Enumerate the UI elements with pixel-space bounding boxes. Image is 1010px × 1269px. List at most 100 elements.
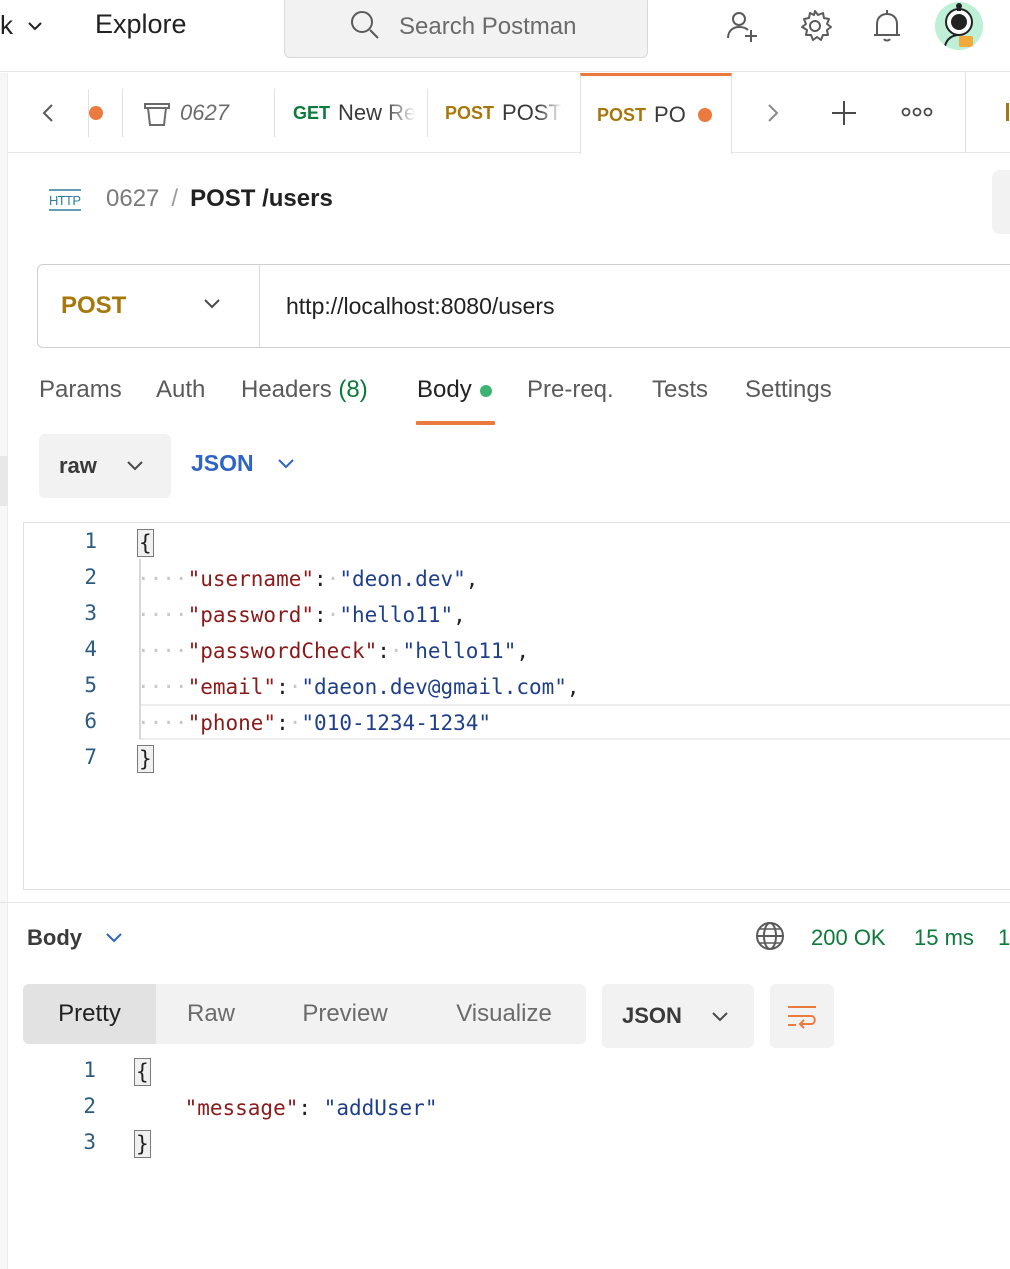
chevron-down-icon: [106, 933, 122, 943]
code-line: }: [137, 741, 154, 777]
close-brace: }: [137, 745, 154, 773]
tab-headers[interactable]: Headers (8): [241, 376, 368, 404]
code-line: "message": "addUser": [184, 1096, 438, 1120]
method-value: POST: [61, 292, 127, 319]
sidebar-resize-handle[interactable]: [0, 456, 8, 506]
json-key: "passwordCheck": [187, 639, 378, 663]
new-tab-plus-icon[interactable]: [830, 99, 858, 127]
body-type-select[interactable]: raw: [39, 434, 171, 498]
code-line: ····"passwordCheck":·"hello11",: [137, 639, 529, 663]
tab-settings[interactable]: Settings: [745, 376, 832, 404]
line-number: 5: [84, 673, 97, 697]
save-button-edge[interactable]: [992, 170, 1010, 234]
code-line: {: [137, 525, 154, 561]
tab-label: New Re: [338, 100, 417, 125]
tab-method: POST: [597, 104, 647, 125]
line-number: 1: [83, 1058, 96, 1082]
json-value: "hello11": [339, 603, 454, 627]
workspace-name[interactable]: k: [0, 10, 13, 41]
wrap-lines-button[interactable]: [770, 984, 834, 1048]
body-indicator-dot: [479, 384, 492, 397]
sidebar-edge[interactable]: [0, 73, 8, 1269]
astronaut-avatar-icon: [935, 2, 983, 50]
scroll-tabs-right-icon[interactable]: [765, 103, 781, 123]
json-key: "password": [187, 603, 315, 627]
code-line: ····"email":·"daeon.dev@gmail.com",: [137, 675, 580, 699]
headers-count: (8): [338, 376, 368, 403]
json-value: "hello11": [402, 639, 517, 663]
tab-get-new-request[interactable]: GET New Re: [293, 73, 423, 153]
unsaved-dot: [89, 106, 103, 120]
user-avatar[interactable]: [935, 2, 983, 50]
workspace-menu[interactable]: k: [0, 10, 45, 41]
search-input[interactable]: Search Postman: [284, 0, 648, 58]
environment-selector-edge[interactable]: [1006, 103, 1009, 121]
tab-divider: [122, 89, 123, 137]
json-value: "deon.dev": [339, 567, 466, 591]
line-number: 3: [83, 1130, 96, 1154]
response-time[interactable]: 15 ms: [914, 925, 974, 951]
chevron-down-icon: [712, 1012, 728, 1022]
tab-body[interactable]: Body: [417, 376, 492, 404]
settings-gear-icon[interactable]: [797, 8, 833, 44]
code-line: {: [134, 1054, 151, 1090]
json-comma: ,: [516, 639, 529, 663]
chevron-down-icon: [28, 21, 42, 30]
tab-post-users-active[interactable]: POST PO: [580, 73, 732, 154]
body-language-select[interactable]: JSON: [191, 450, 296, 477]
response-status[interactable]: 200 OK: [811, 925, 886, 951]
search-placeholder: Search Postman: [399, 13, 577, 40]
json-comma: ,: [465, 567, 479, 591]
tab-raw[interactable]: Raw: [156, 984, 266, 1044]
http-request-icon: HTTP: [49, 189, 81, 211]
response-section-select[interactable]: Body: [27, 925, 124, 951]
tab-params[interactable]: Params: [39, 376, 122, 404]
tab-label: PO: [654, 102, 686, 127]
tab-collection-0627[interactable]: 0627: [136, 73, 274, 153]
response-title: Body: [27, 925, 82, 950]
line-number: 3: [84, 601, 97, 625]
url-bar: POST http://localhost:8080/users: [37, 264, 1010, 348]
json-key: "message": [184, 1096, 299, 1120]
tab-label: 0627: [180, 100, 229, 125]
response-format-select[interactable]: JSON: [602, 984, 754, 1048]
tab-headers-label: Headers: [241, 376, 332, 403]
line-number: 6: [84, 709, 97, 733]
json-key: "email": [187, 675, 277, 699]
json-comma: ,: [453, 603, 466, 627]
tab-prereq[interactable]: Pre-req.: [527, 376, 614, 404]
more-options-icon[interactable]: [901, 106, 933, 118]
explore-link[interactable]: Explore: [95, 9, 187, 40]
method-select[interactable]: POST: [38, 265, 260, 347]
response-body-viewer[interactable]: 1 2 3 { "message": "addUser" }: [23, 1056, 1010, 1269]
line-number: 7: [84, 745, 97, 769]
tab-label: POST: [502, 100, 562, 125]
breadcrumb: HTTP 0627 / POST /users: [48, 184, 333, 214]
notifications-bell-icon[interactable]: [869, 8, 905, 44]
tab-visualize[interactable]: Visualize: [435, 984, 573, 1044]
response-size[interactable]: 1: [998, 925, 1010, 951]
open-brace: {: [134, 1058, 151, 1086]
breadcrumb-request-name[interactable]: POST /users: [190, 185, 333, 213]
invite-user-icon[interactable]: [724, 8, 760, 44]
url-input[interactable]: http://localhost:8080/users: [260, 293, 555, 320]
tab-divider: [427, 89, 428, 137]
chevron-down-icon: [277, 458, 294, 468]
code-line: ····"username":·"deon.dev",: [137, 567, 479, 591]
body-type-value: raw: [59, 453, 97, 478]
code-line: ····"phone":·"010-1234-1234": [137, 711, 492, 735]
breadcrumb-separator: /: [171, 185, 179, 212]
scroll-tabs-left-icon[interactable]: [40, 103, 56, 123]
request-body-editor[interactable]: 1 2 3 4 5 6 7 { ····"username":·"deon.de…: [23, 522, 1010, 890]
tab-tests[interactable]: Tests: [652, 376, 708, 404]
line-number: 4: [84, 637, 97, 661]
tab-auth[interactable]: Auth: [156, 376, 205, 404]
tab-post-request[interactable]: POST POST: [445, 73, 565, 153]
response-header: Body 200 OK 15 ms 1: [0, 902, 1010, 972]
globe-icon[interactable]: [755, 921, 785, 951]
tab-preview[interactable]: Preview: [275, 984, 415, 1044]
request-tab-bar: 0627 GET New Re POST POST POST PO: [8, 73, 1010, 154]
breadcrumb-collection[interactable]: 0627: [106, 185, 159, 213]
tab-method: GET: [293, 102, 331, 123]
tab-pretty[interactable]: Pretty: [23, 984, 156, 1044]
